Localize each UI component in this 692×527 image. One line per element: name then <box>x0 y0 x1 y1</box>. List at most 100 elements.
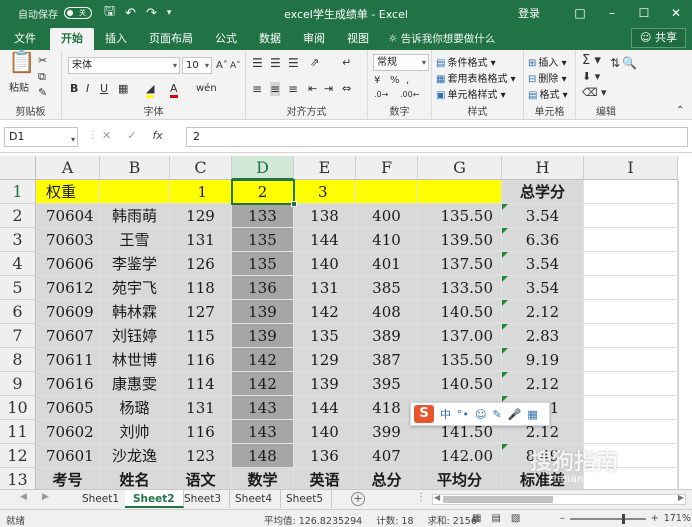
align-bottom-icon[interactable]: ☰ <box>288 56 299 70</box>
fill-handle[interactable] <box>291 201 297 207</box>
align-left-icon[interactable]: ≡ <box>252 82 262 96</box>
zoom-slider[interactable] <box>569 513 646 524</box>
cell-d5[interactable]: 136 <box>232 276 294 300</box>
cell-i3[interactable] <box>584 228 678 252</box>
grow-font-icon[interactable]: A˄ <box>216 59 228 73</box>
cell-i6[interactable] <box>584 300 678 324</box>
zoom-level[interactable]: 171% <box>664 513 691 524</box>
borders-icon[interactable]: ▦ <box>118 82 128 96</box>
cell-a8[interactable]: 70611 <box>36 348 100 372</box>
cell-b10[interactable]: 杨璐 <box>100 396 170 420</box>
delete-cells-button[interactable]: ⊟ 删除 ▾ <box>528 70 567 85</box>
font-color-icon[interactable]: A <box>170 82 178 98</box>
cell-a6[interactable]: 70609 <box>36 300 100 324</box>
cell-f9[interactable]: 395 <box>356 372 418 396</box>
format-cells-button[interactable]: ▤ 格式 ▾ <box>528 86 568 101</box>
format-as-table-button[interactable]: ▦ 套用表格格式 ▾ <box>436 70 516 85</box>
cell-g2[interactable]: 135.50 <box>418 204 502 228</box>
sheet-tab-4[interactable]: Sheet4 <box>227 490 282 508</box>
cell-g12[interactable]: 142.00 <box>418 444 502 468</box>
comma-icon[interactable]: , <box>406 74 409 88</box>
cell-d3[interactable]: 135 <box>232 228 294 252</box>
column-header-c[interactable]: C <box>170 156 232 180</box>
cell-d11[interactable]: 143 <box>232 420 294 444</box>
cell-h5[interactable]: 3.54 <box>502 276 584 300</box>
cell-i5[interactable] <box>584 276 678 300</box>
cell-e2[interactable]: 138 <box>294 204 356 228</box>
cell-f1[interactable] <box>356 180 418 204</box>
maximize-icon[interactable]: ☐ <box>628 0 660 26</box>
percent-icon[interactable]: % <box>390 74 400 88</box>
cell-f3[interactable]: 410 <box>356 228 418 252</box>
cell-c11[interactable]: 116 <box>170 420 232 444</box>
orientation-icon[interactable]: ⇗ <box>310 56 319 70</box>
customize-quick-access-icon[interactable]: ▾ <box>167 8 172 18</box>
cell-h9[interactable]: 2.12 <box>502 372 584 396</box>
tab-page-layout[interactable]: 页面布局 <box>138 28 204 50</box>
cell-d9[interactable]: 142 <box>232 372 294 396</box>
normal-view-icon[interactable]: ▦ <box>472 513 481 524</box>
insert-cells-button[interactable]: ⊞ 插入 ▾ <box>528 54 567 69</box>
cell-b6[interactable]: 韩林霖 <box>100 300 170 324</box>
formula-input[interactable]: 2 <box>186 127 688 147</box>
row-header-3[interactable]: 3 <box>0 228 36 252</box>
phonetic-icon[interactable]: wén <box>196 82 217 96</box>
sheet-tab-1[interactable]: Sheet1 <box>74 490 129 508</box>
cell-d12[interactable]: 148 <box>232 444 294 468</box>
ime-punctuation-icon[interactable]: °• <box>457 408 469 421</box>
scroll-right-icon[interactable]: ▶ <box>678 493 684 502</box>
cell-f6[interactable]: 408 <box>356 300 418 324</box>
cell-e9[interactable]: 139 <box>294 372 356 396</box>
cell-f4[interactable]: 401 <box>356 252 418 276</box>
cell-i1[interactable] <box>584 180 678 204</box>
cell-e4[interactable]: 140 <box>294 252 356 276</box>
cell-g7[interactable]: 137.00 <box>418 324 502 348</box>
row-header-6[interactable]: 6 <box>0 300 36 324</box>
cell-d10[interactable]: 143 <box>232 396 294 420</box>
shrink-font-icon[interactable]: A˅ <box>230 59 241 73</box>
ime-mode-toggle[interactable]: 中 <box>440 406 451 422</box>
cell-a9[interactable]: 70616 <box>36 372 100 396</box>
sheet-tab-2[interactable]: Sheet2 <box>125 490 184 508</box>
tab-split-handle-icon[interactable]: ⋮ <box>416 492 426 503</box>
column-header-d[interactable]: D <box>232 156 294 180</box>
ribbon-display-icon[interactable]: □ <box>564 0 596 26</box>
cell-a2[interactable]: 70604 <box>36 204 100 228</box>
autosum-icon[interactable]: Σ ▾ <box>582 54 601 68</box>
cell-g1[interactable] <box>418 180 502 204</box>
cell-i9[interactable] <box>584 372 678 396</box>
cell-e12[interactable]: 136 <box>294 444 356 468</box>
sheet-tab-3[interactable]: Sheet3 <box>176 490 231 508</box>
cell-a10[interactable]: 70605 <box>36 396 100 420</box>
column-header-b[interactable]: B <box>100 156 170 180</box>
cell-b9[interactable]: 康惠雯 <box>100 372 170 396</box>
cell-h4[interactable]: 3.54 <box>502 252 584 276</box>
prev-sheet-icon[interactable]: ◀ <box>20 492 27 502</box>
column-header-h[interactable]: H <box>502 156 584 180</box>
tab-review[interactable]: 审阅 <box>292 28 336 50</box>
column-header-f[interactable]: F <box>356 156 418 180</box>
cell-h12[interactable]: 8.49 <box>502 444 584 468</box>
tell-me-search[interactable]: ☼ 告诉我你想要做什么 <box>388 28 495 50</box>
ime-emoji-icon[interactable]: ☺ <box>475 408 486 421</box>
cell-i4[interactable] <box>584 252 678 276</box>
cell-a5[interactable]: 70612 <box>36 276 100 300</box>
cell-c2[interactable]: 129 <box>170 204 232 228</box>
tab-file[interactable]: 文件 <box>0 28 50 50</box>
font-name-select[interactable]: 宋体 ▾ <box>68 57 180 74</box>
decrease-indent-icon[interactable]: ⇤ <box>308 82 317 96</box>
column-header-a[interactable]: A <box>36 156 100 180</box>
page-layout-view-icon[interactable]: ▤ <box>491 513 500 524</box>
currency-icon[interactable]: ¥ <box>374 74 380 88</box>
cell-b2[interactable]: 韩雨萌 <box>100 204 170 228</box>
cell-h7[interactable]: 2.83 <box>502 324 584 348</box>
find-select-icon[interactable]: 🔍 <box>622 56 637 70</box>
italic-icon[interactable]: I <box>86 82 89 96</box>
horizontal-scrollbar[interactable]: ◀ ▶ <box>432 493 686 505</box>
cell-c1[interactable]: 1 <box>170 180 232 204</box>
fill-icon[interactable]: ⬇ ▾ <box>582 70 600 84</box>
sogou-ime-toolbar[interactable]: S 中 °• ☺ ✎ 🎤 ▦ <box>410 402 550 426</box>
row-header-2[interactable]: 2 <box>0 204 36 228</box>
login-button[interactable]: 登录 <box>518 5 540 21</box>
cell-i10[interactable] <box>584 396 678 420</box>
